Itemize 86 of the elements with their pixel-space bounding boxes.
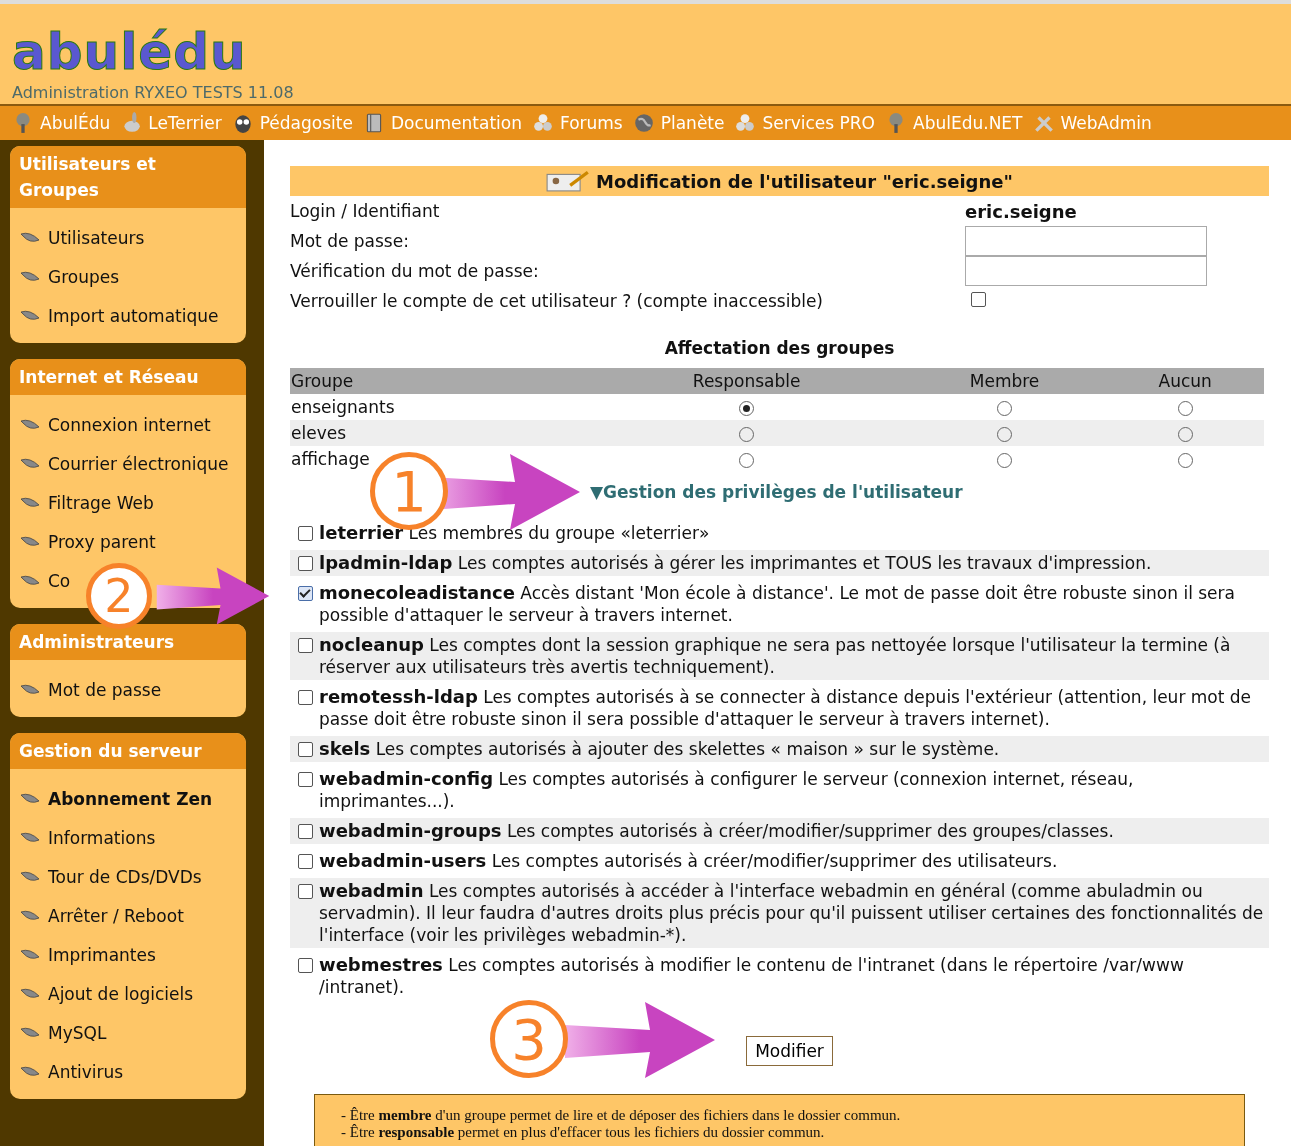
- privilege-description: remotessh-ldap Les comptes autorisés à se connecter à distance depuis l'extérieur (attention, leur mot de passe doit être robuste sinon il sera possible d'attaquer le serveur à travers internet).: [319, 686, 1253, 730]
- form-title: Modification de l'utilisateur "eric.seigne": [596, 170, 1013, 192]
- privilege-checkbox[interactable]: [298, 772, 313, 787]
- sidebar-item[interactable]: Connexion internet: [20, 405, 211, 444]
- column-header: Membre: [969, 371, 1040, 391]
- privilege-description: webadmin-config Les comptes autorisés à configurer le serveur (connexion internet, réseau, imprimantes...).: [319, 768, 1135, 812]
- field-label: Login / Identifiant: [290, 201, 441, 221]
- people-icon: [734, 112, 757, 134]
- leaf-icon: [20, 574, 40, 587]
- leaf-icon: [20, 418, 40, 431]
- leaf-icon: [20, 535, 40, 548]
- group-name: eleves: [291, 423, 347, 443]
- leaf-icon: [20, 1065, 40, 1078]
- panel-title: Internet et Réseau: [10, 359, 246, 395]
- leaf-icon: [20, 270, 40, 283]
- privilege-description: webmestres Les comptes autorisés à modifier le contenu de l'intranet (dans le répertoire /var/www /intranet).: [319, 954, 1185, 998]
- group-name: enseignants: [291, 397, 395, 417]
- sidebar-item[interactable]: Antivirus: [20, 1052, 124, 1091]
- privilege-checkbox[interactable]: [298, 526, 313, 541]
- panel-title: Administrateurs: [10, 624, 246, 660]
- sidebar-item[interactable]: Informations: [20, 818, 156, 857]
- login-value: eric.seigne: [965, 200, 1077, 222]
- password-confirm-field[interactable]: [965, 256, 1207, 286]
- sidebar-item[interactable]: Tour de CDs/DVDs: [20, 857, 202, 896]
- sidebar-item[interactable]: Groupes: [20, 257, 120, 296]
- privilege-description: webadmin-groups Les comptes autorisés à créer/modifier/supprimer des groupes/classes.: [319, 820, 1115, 842]
- privilege-description: lpadmin-ldap Les comptes autorisés à gérer les imprimantes et TOUS les travaux d'impression.: [319, 552, 1153, 574]
- sidebar-item[interactable]: MySQL: [20, 1013, 107, 1052]
- privileges-toggle[interactable]: ▼Gestion des privilèges de l'utilisateur: [590, 482, 963, 502]
- leaf-icon: [20, 496, 40, 509]
- leaf-icon: [20, 457, 40, 470]
- submit-button[interactable]: Modifier: [746, 1036, 833, 1066]
- panel-title: Utilisateurs et Groupes: [10, 146, 246, 208]
- sidebar-item[interactable]: Arrêter / Reboot: [20, 896, 184, 935]
- leaf-icon: [20, 909, 40, 922]
- privilege-description: webadmin-users Les comptes autorisés à créer/modifier/supprimer des utilisateurs.: [319, 850, 1059, 872]
- password-field[interactable]: [965, 226, 1207, 256]
- site-subtitle: Administration RYXEO TESTS 11.08: [12, 83, 295, 102]
- sidebar-item[interactable]: Proxy parent: [20, 522, 156, 561]
- info-text: - Être responsable permet en plus d'effacer tous les fichiers du dossier commun.: [341, 1124, 826, 1141]
- privilege-description: skels Les comptes autorisés à ajouter des skelettes « maison » sur le système.: [319, 738, 1001, 760]
- privilege-checkbox[interactable]: [298, 742, 313, 757]
- globe-icon: [632, 112, 655, 134]
- leaf-icon: [20, 1026, 40, 1039]
- privilege-description: monecoleadistance Accès distant 'Mon école à distance'. Le mot de passe doit être robuste sinon il sera possible d'attaquer le serveur à travers internet.: [319, 582, 1236, 626]
- sidebar-item[interactable]: Courrier électronique: [20, 444, 229, 483]
- privilege-description: nocleanup Les comptes dont la session graphique ne sera pas nettoyée lorsque l'utilisateur la termine (à réserver aux utilisateurs très avertis techniquement).: [319, 634, 1232, 678]
- privilege-checkbox[interactable]: [298, 638, 313, 653]
- sidebar-item[interactable]: Utilisateurs: [20, 218, 145, 257]
- leaf-icon: [20, 792, 40, 805]
- privilege-checkbox[interactable]: [298, 690, 313, 705]
- privilege-checkbox[interactable]: [298, 586, 313, 601]
- sidebar-item[interactable]: Ajout de logiciels: [20, 974, 193, 1013]
- column-header: Responsable: [692, 371, 801, 391]
- panel-title: Gestion du serveur: [10, 733, 246, 769]
- leaf-icon: [20, 987, 40, 1000]
- group-name: affichage: [291, 449, 370, 469]
- leaf-icon: [20, 870, 40, 883]
- sidebar-item[interactable]: Filtrage Web: [20, 483, 154, 522]
- leaf-icon: [20, 948, 40, 961]
- leaf-icon: [20, 309, 40, 322]
- privilege-checkbox[interactable]: [298, 824, 313, 839]
- privilege-checkbox[interactable]: [298, 958, 313, 973]
- column-header: Groupe: [291, 371, 354, 391]
- privilege-description: webadmin Les comptes autorisés à accéder à l'interface webadmin en général (comme abuladmin ou servadmin). Il leur faudra d'autres droits plus précis pour qu'il puissent utiliser certaines des fonctionnalités de l'interface (voir les privilèges webadmin-*).: [319, 880, 1265, 946]
- field-label: Vérification du mot de passe:: [290, 261, 540, 281]
- id-card-icon: [546, 170, 591, 192]
- section-title: Affectation des groupes: [663, 338, 896, 358]
- field-label: Mot de passe:: [290, 231, 410, 251]
- info-text: - Être membre d'un groupe permet de lire et de déposer des fichiers dans le dossier commun.: [341, 1107, 902, 1124]
- column-header: Aucun: [1158, 371, 1212, 391]
- leaf-icon: [20, 831, 40, 844]
- sidebar-item[interactable]: Mot de passe: [20, 670, 162, 709]
- field-label: Verrouiller le compte de cet utilisateur ? (compte inaccessible): [290, 291, 824, 311]
- leaf-icon: [20, 683, 40, 696]
- privilege-checkbox[interactable]: [298, 854, 313, 869]
- sidebar-item[interactable]: Import automatique: [20, 296, 219, 335]
- sidebar-item[interactable]: Abonnement Zen: [20, 779, 213, 818]
- sidebar-item[interactable]: Imprimantes: [20, 935, 156, 974]
- people-icon: [531, 112, 554, 134]
- lock-checkbox[interactable]: [971, 292, 986, 307]
- privilege-checkbox[interactable]: [298, 556, 313, 571]
- leaf-icon: [20, 231, 40, 244]
- logo: abulédu: [12, 27, 247, 77]
- sidebar-item[interactable]: Co: [20, 561, 71, 600]
- privilege-checkbox[interactable]: [298, 884, 313, 899]
